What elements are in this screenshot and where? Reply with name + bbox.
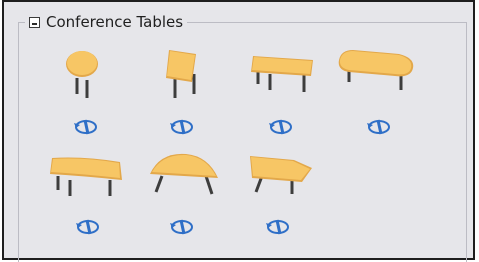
square-table-icon: [166, 50, 196, 98]
rotate-icon[interactable]: [72, 116, 100, 138]
rotate-icon[interactable]: [264, 216, 292, 238]
group-header[interactable]: Conference Tables: [25, 12, 188, 32]
rotate-icon[interactable]: [168, 216, 196, 238]
table-item-rectangular[interactable]: [239, 44, 339, 144]
rotate-icon[interactable]: [365, 116, 393, 138]
table-item-racetrack[interactable]: [335, 44, 435, 144]
panel: Conference Tables: [2, 0, 475, 262]
table-item-square[interactable]: [146, 44, 246, 144]
rotate-icon[interactable]: [267, 116, 295, 138]
collapse-toggle-icon[interactable]: [29, 16, 40, 28]
table-item-angled[interactable]: [242, 150, 342, 250]
round-table-icon: [66, 51, 98, 98]
rotate-icon[interactable]: [168, 116, 196, 138]
half-round-table-icon: [150, 153, 218, 195]
table-item-boat[interactable]: [44, 150, 144, 250]
table-item-half-round[interactable]: [146, 150, 246, 250]
angled-table-icon: [250, 156, 312, 194]
table-item-round[interactable]: [54, 44, 154, 144]
group-title: Conference Tables: [46, 13, 184, 31]
rotate-icon[interactable]: [74, 216, 102, 238]
